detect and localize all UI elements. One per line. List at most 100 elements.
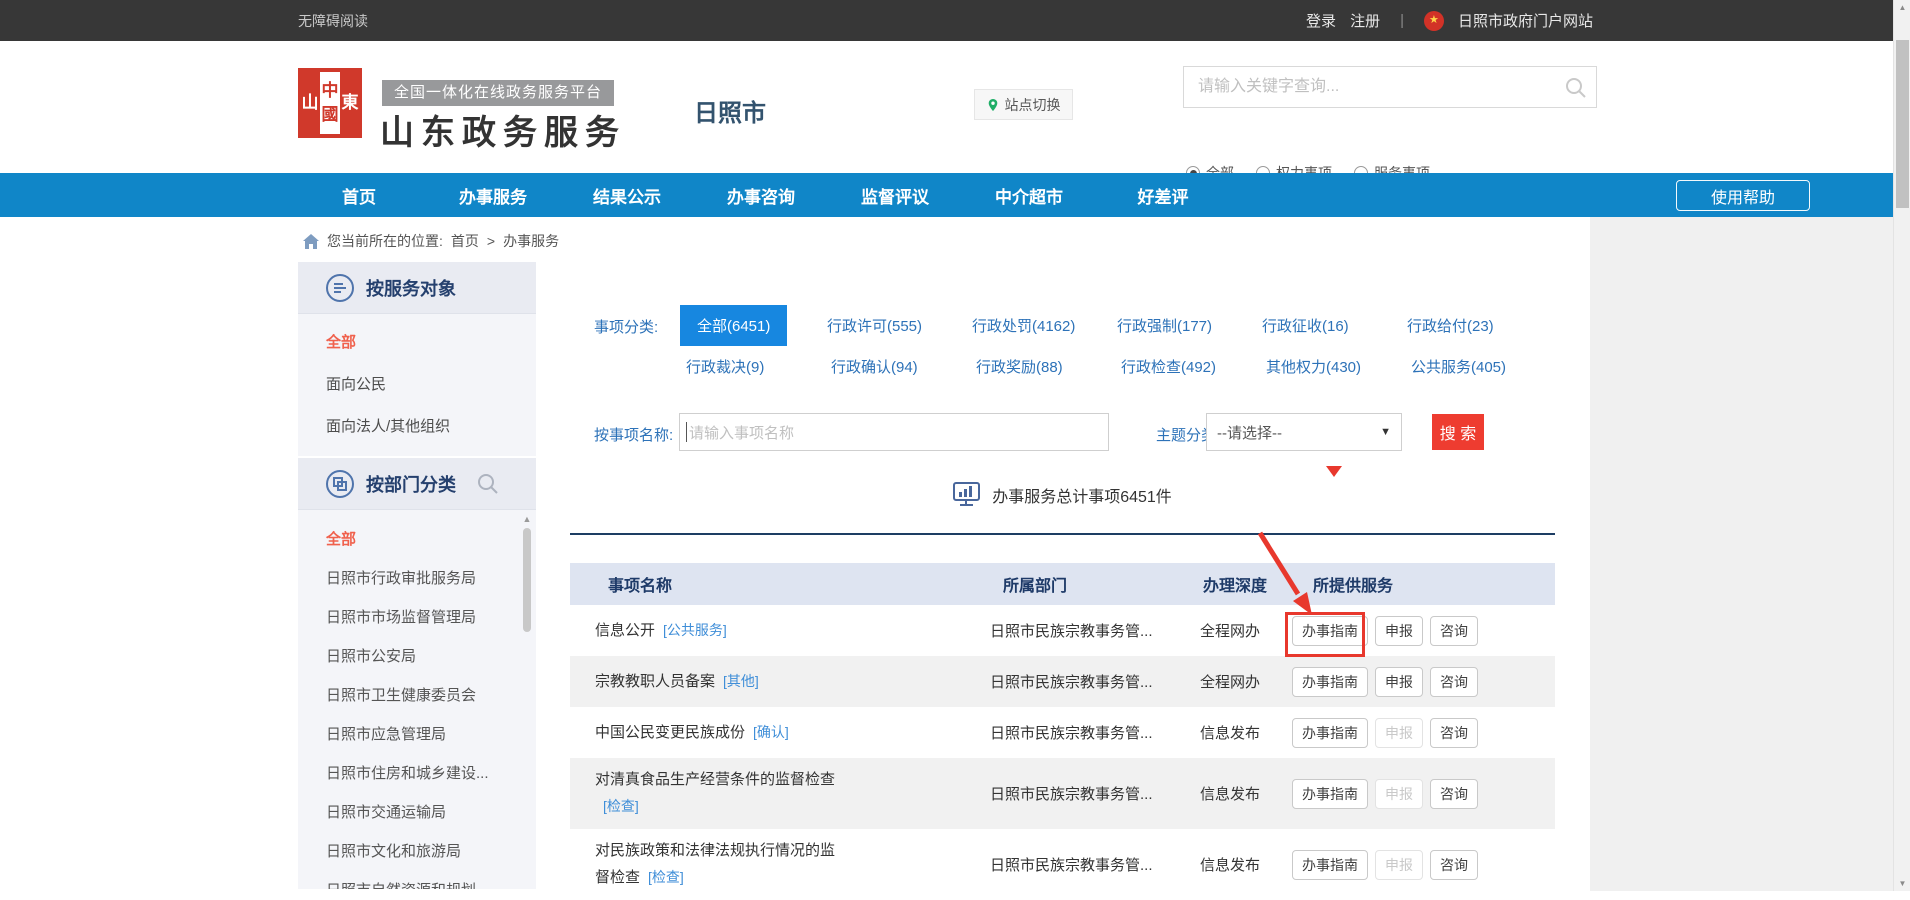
table-row: 中国公民变更民族成份[确认]日照市民族宗教事务管...信息发布办事指南申报咨询 [570, 707, 1555, 758]
page-scrollbar[interactable]: ▲ ▼ [1893, 0, 1910, 891]
sidebar-item-1-4[interactable]: 日照市卫生健康委员会 [298, 676, 536, 715]
department-search-icon[interactable] [476, 472, 500, 496]
service-button-declare: 申报 [1375, 779, 1423, 809]
filter-row2-2[interactable]: 行政奖励(88) [970, 356, 1115, 377]
service-button-guide[interactable]: 办事指南 [1292, 779, 1368, 809]
page-scrollbar-thumb[interactable] [1896, 40, 1909, 208]
sidebar-item-1-8[interactable]: 日照市文化和旅游局 [298, 832, 536, 871]
register-link[interactable]: 注册 [1350, 10, 1380, 31]
site-switch-button[interactable]: 站点切换 [974, 89, 1073, 120]
sidebar-item-1-2[interactable]: 日照市市场监督管理局 [298, 598, 536, 637]
item-name-input[interactable]: 请输入事项名称 [679, 413, 1109, 451]
topbar-divider: | [1394, 12, 1410, 29]
breadcrumb-home-link[interactable]: 首页 [451, 231, 479, 251]
seal-left-char: 山 [300, 70, 320, 136]
item-name-link[interactable]: 对清真食品生产经营条件的监督检查 [595, 771, 835, 788]
sidebar-item-1-1[interactable]: 日照市行政审批服务局 [298, 559, 536, 598]
department-icon [326, 470, 354, 498]
col-header-services: 所提供服务 [1290, 572, 1555, 596]
filter-row2-4[interactable]: 其他权力(430) [1260, 356, 1405, 377]
sidebar-item-1-6[interactable]: 日照市住房和城乡建设... [298, 754, 536, 793]
text-caret [686, 422, 687, 442]
item-name-link[interactable]: 信息公开 [595, 622, 655, 639]
service-button-consult[interactable]: 咨询 [1430, 718, 1478, 748]
sidebar-item-1-0[interactable]: 全部 [298, 520, 536, 559]
item-name-link[interactable]: 宗教教职人员备案 [595, 673, 715, 690]
service-button-declare[interactable]: 申报 [1375, 616, 1423, 646]
sidebar-section-title: 按部门分类 [366, 471, 456, 497]
sidebar-item-0-1[interactable]: 面向公民 [298, 364, 536, 406]
service-button-guide[interactable]: 办事指南 [1292, 850, 1368, 880]
sidebar-section-service-target: 按服务对象 [298, 262, 536, 314]
item-name-link[interactable]: 中国公民变更民族成份 [595, 724, 745, 741]
item-tag-link[interactable]: [其他] [723, 673, 759, 689]
top-utility-bar: 无障碍阅读 登录 注册 | ★ 日照市政府门户网站 [0, 0, 1893, 41]
sidebar-item-1-7[interactable]: 日照市交通运输局 [298, 793, 536, 832]
filter-row1-1[interactable]: 行政许可(555) [825, 305, 970, 346]
filter-row2-5[interactable]: 公共服务(405) [1405, 356, 1550, 377]
department-scroll-up-icon[interactable]: ▲ [522, 514, 532, 524]
filter-section: 事项分类: 全部(6451)行政许可(555)行政处罚(4162)行政强制(17… [570, 300, 1555, 535]
sidebar-item-1-3[interactable]: 日照市公安局 [298, 637, 536, 676]
department-scrollbar-thumb[interactable] [523, 528, 531, 632]
scroll-down-icon[interactable]: ▼ [1894, 879, 1910, 888]
table-row: 对民族政策和法律法规执行情况的监督检查[检查]日照市民族宗教事务管...信息发布… [570, 829, 1555, 900]
service-button-consult[interactable]: 咨询 [1430, 667, 1478, 697]
select-arrow-icon: ▼ [1380, 426, 1391, 438]
item-name-cell: 对民族政策和法律法规执行情况的监督检查[检查] [570, 838, 970, 891]
nav-item-2[interactable]: 结果公示 [560, 183, 694, 208]
service-button-guide[interactable]: 办事指南 [1292, 718, 1368, 748]
item-tag-link[interactable]: [公共服务] [663, 622, 727, 638]
filter-label: 行政裁决(9) [684, 356, 766, 377]
filter-row2-0[interactable]: 行政裁决(9) [680, 356, 825, 377]
filter-row2-1[interactable]: 行政确认(94) [825, 356, 970, 377]
topic-category-select[interactable]: --请选择-- ▼ [1206, 413, 1402, 451]
item-name-cell: 中国公民变更民族成份 [确认] [570, 719, 970, 746]
filter-row1-2[interactable]: 行政处罚(4162) [970, 305, 1115, 346]
table-row: 信息公开[公共服务]日照市民族宗教事务管...全程网办办事指南申报咨询 [570, 605, 1555, 656]
nav-item-1[interactable]: 办事服务 [426, 183, 560, 208]
item-tag-link[interactable]: [检查] [603, 798, 639, 814]
breadcrumb-current[interactable]: 办事服务 [503, 231, 559, 251]
sidebar-item-0-2[interactable]: 面向法人/其他组织 [298, 406, 536, 448]
service-button-consult[interactable]: 咨询 [1430, 779, 1478, 809]
item-services-cell: 办事指南申报咨询 [1290, 850, 1555, 880]
nav-item-3[interactable]: 办事咨询 [694, 183, 828, 208]
login-link[interactable]: 登录 [1306, 10, 1336, 31]
service-button-declare[interactable]: 申报 [1375, 667, 1423, 697]
help-button[interactable]: 使用帮助 [1676, 180, 1810, 211]
department-scrollbar[interactable]: ▲ [522, 514, 532, 884]
filter-row2-3[interactable]: 行政检查(492) [1115, 356, 1260, 377]
department-list: 全部日照市行政审批服务局日照市市场监督管理局日照市公安局日照市卫生健康委员会日照… [298, 520, 536, 889]
item-name-placeholder: 请输入事项名称 [689, 422, 794, 443]
service-button-guide[interactable]: 办事指南 [1292, 667, 1368, 697]
service-button-consult[interactable]: 咨询 [1430, 616, 1478, 646]
nav-item-4[interactable]: 监督评议 [828, 183, 962, 208]
sidebar-item-0-0[interactable]: 全部 [298, 322, 536, 364]
sidebar-item-1-9[interactable]: 日照市自然资源和规划... [298, 871, 536, 889]
topic-select-value: --请选择-- [1217, 422, 1282, 443]
filter-label: 行政处罚(4162) [970, 315, 1077, 336]
scroll-up-icon[interactable]: ▲ [1894, 3, 1910, 12]
search-icon[interactable] [1564, 76, 1588, 100]
service-button-consult[interactable]: 咨询 [1430, 850, 1478, 880]
nav-item-5[interactable]: 中介超市 [962, 183, 1096, 208]
nav-item-0[interactable]: 首页 [292, 183, 426, 208]
keyword-search-input[interactable] [1184, 67, 1596, 107]
filter-label: 行政强制(177) [1115, 315, 1214, 336]
filter-row1-5[interactable]: 行政给付(23) [1405, 305, 1550, 346]
items-table: 事项名称 所属部门 办理深度 所提供服务 信息公开[公共服务]日照市民族宗教事务… [570, 563, 1555, 900]
shandong-seal-logo: 山 中 國 東 [298, 68, 362, 138]
service-button-guide[interactable]: 办事指南 [1292, 616, 1368, 646]
filter-row1-3[interactable]: 行政强制(177) [1115, 305, 1260, 346]
city-portal-link[interactable]: 日照市政府门户网站 [1458, 10, 1593, 31]
accessibility-link[interactable]: 无障碍阅读 [298, 11, 368, 31]
sidebar-item-1-5[interactable]: 日照市应急管理局 [298, 715, 536, 754]
item-tag-link[interactable]: [确认] [753, 724, 789, 740]
nav-item-6[interactable]: 好差评 [1096, 183, 1230, 208]
search-button[interactable]: 搜 索 [1432, 414, 1484, 450]
item-name-link[interactable]: 对民族政策和法律法规执行情况的监督检查 [595, 842, 835, 886]
filter-row1-0[interactable]: 全部(6451) [680, 305, 825, 346]
filter-row1-4[interactable]: 行政征收(16) [1260, 305, 1405, 346]
item-tag-link[interactable]: [检查] [648, 869, 684, 885]
